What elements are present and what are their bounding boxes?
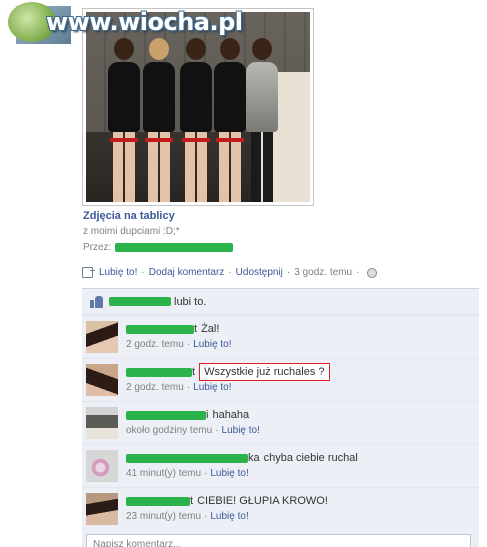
photo-person xyxy=(212,38,248,202)
comment-item: t Wszystkie już ruchales ? 2 godz. temu … xyxy=(82,358,479,401)
censor-bar xyxy=(126,410,206,420)
censor-bar xyxy=(126,324,194,334)
censor-bar xyxy=(126,453,248,463)
thumbs-up-icon xyxy=(90,295,103,308)
album-link[interactable]: Zdjęcia na tablicy xyxy=(83,210,175,222)
comment-text: CIEBIE! GŁUPIA KROWO! xyxy=(197,495,328,507)
comment-time[interactable]: 2 godz. temu xyxy=(126,339,184,350)
globe-icon xyxy=(367,267,378,278)
write-comment-input[interactable]: Napisz komentarz... xyxy=(86,534,471,547)
comment-like-link[interactable]: Lubię to! xyxy=(210,468,248,479)
commenter-avatar[interactable] xyxy=(86,407,118,439)
watermark-text: www.wiocha.pl xyxy=(46,8,243,36)
censor-bar xyxy=(126,367,192,377)
commenter-avatar[interactable] xyxy=(86,450,118,482)
commenter-avatar[interactable] xyxy=(86,364,118,396)
censor-bar xyxy=(115,243,234,252)
comment-like-link[interactable]: Lubię to! xyxy=(222,425,260,436)
comment-item: t CIEBIE! GŁUPIA KROWO! 23 minut(y) temu… xyxy=(82,487,479,530)
photo-person xyxy=(244,38,280,202)
photo-author-line: Przez: xyxy=(83,242,234,253)
photo-person xyxy=(106,38,142,202)
comment-text: chyba ciebie ruchal xyxy=(263,452,358,464)
comment-like-link[interactable]: Lubię to! xyxy=(193,382,231,393)
censor-bar xyxy=(126,496,190,506)
comment-like-link[interactable]: Lubię to! xyxy=(210,511,248,522)
commenter-name[interactable]: t xyxy=(194,323,197,335)
comment-like-link[interactable]: Lubię to! xyxy=(193,339,231,350)
comment-time[interactable]: 2 godz. temu xyxy=(126,382,184,393)
photo-description: z moimi dupciami :D;* xyxy=(83,226,180,237)
commenter-name[interactable]: t xyxy=(190,495,193,507)
comment-text: Żal! xyxy=(201,323,220,335)
commenter-avatar[interactable] xyxy=(86,321,118,353)
like-link[interactable]: Lubię to! xyxy=(99,267,137,278)
censor-bar xyxy=(109,297,171,306)
share-icon xyxy=(82,267,95,278)
comment-time[interactable]: 23 minut(y) temu xyxy=(126,511,201,522)
likes-row: lubi to. xyxy=(82,289,479,315)
post-actions: Lubię to! · Dodaj komentarz · Udostępnij… xyxy=(82,267,378,278)
photo-person xyxy=(141,38,177,202)
comment-time[interactable]: 41 minut(y) temu xyxy=(126,468,201,479)
add-comment-link[interactable]: Dodaj komentarz xyxy=(149,267,225,278)
photo-person xyxy=(178,38,214,202)
comments-section: lubi to. t Żal! 2 godz. temu · Lubię to!… xyxy=(82,288,479,547)
comment-text-highlighted: Wszystkie już ruchales ? xyxy=(199,363,330,381)
likes-text: lubi to. xyxy=(174,295,207,308)
comment-text: hahaha xyxy=(212,409,250,421)
comment-item: i hahaha około godziny temu · Lubię to! xyxy=(82,401,479,444)
watermark: www.wiocha.pl xyxy=(8,2,243,42)
comment-item: t Żal! 2 godz. temu · Lubię to! xyxy=(82,315,479,358)
commenter-avatar[interactable] xyxy=(86,493,118,525)
commenter-name[interactable]: t xyxy=(192,366,195,378)
by-label: Przez: xyxy=(83,242,112,253)
comment-time[interactable]: około godziny temu xyxy=(126,425,212,436)
post-time[interactable]: 3 godz. temu xyxy=(294,267,352,278)
commenter-name[interactable]: i xyxy=(206,409,208,421)
commenter-name[interactable]: ka xyxy=(248,452,260,464)
share-link[interactable]: Udostępnij xyxy=(236,267,283,278)
comment-item: ka chyba ciebie ruchal 41 minut(y) temu … xyxy=(82,444,479,487)
